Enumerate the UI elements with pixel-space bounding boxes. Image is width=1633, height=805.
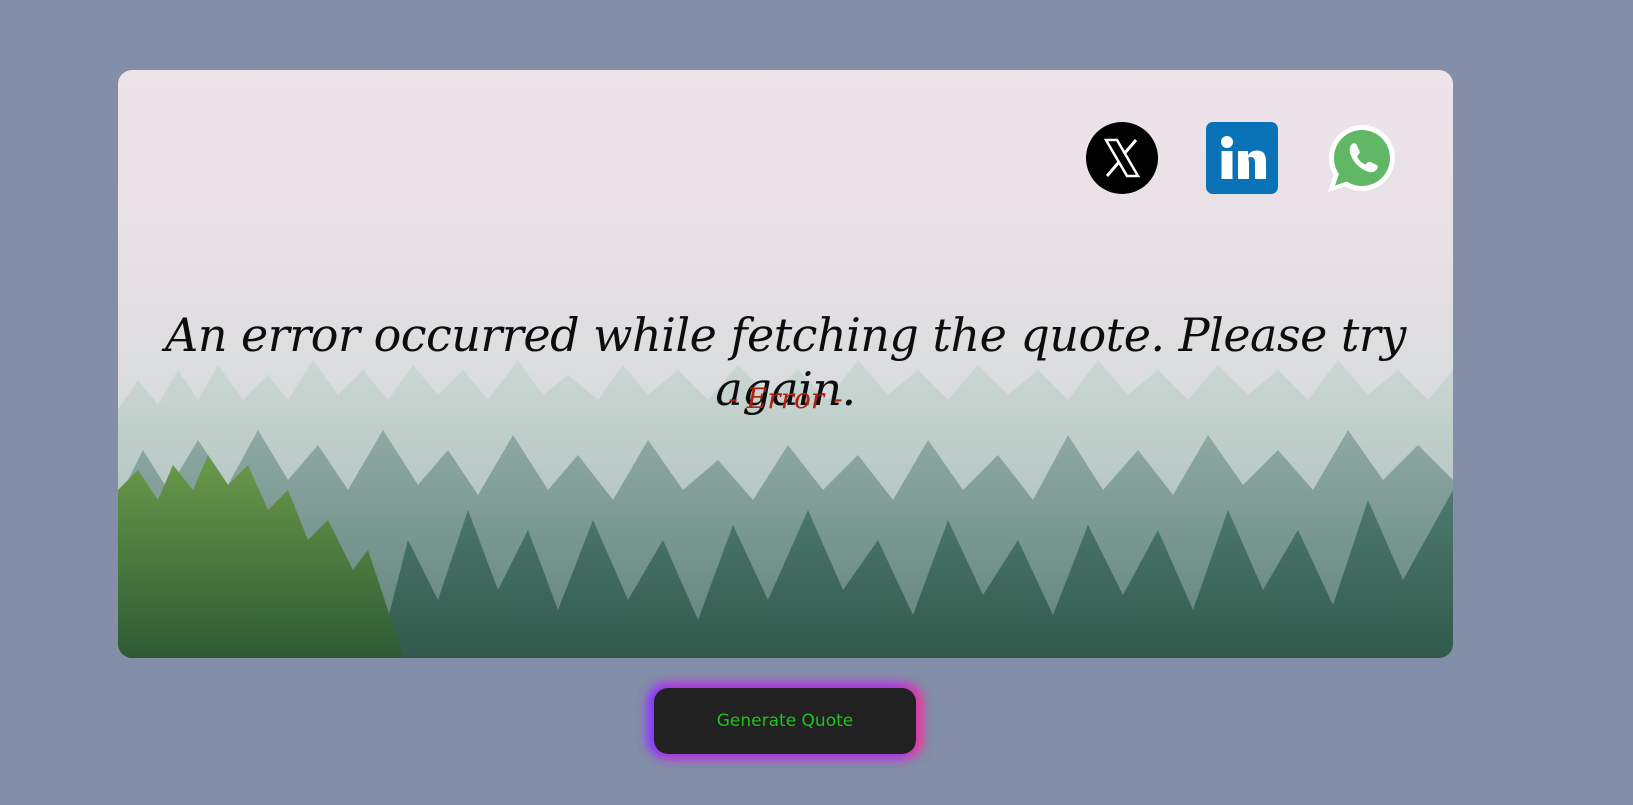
quote-card: An error occurred while fetching the quo… xyxy=(118,70,1453,658)
linkedin-logo-icon xyxy=(1206,122,1278,194)
linkedin-share-button[interactable] xyxy=(1206,122,1278,194)
whatsapp-share-button[interactable] xyxy=(1326,122,1398,194)
x-logo-icon xyxy=(1086,122,1158,194)
quote-author: - Error - xyxy=(728,382,843,415)
whatsapp-logo-icon xyxy=(1328,125,1395,192)
generate-quote-button[interactable]: Generate Quote xyxy=(654,688,916,754)
twitter-share-button[interactable] xyxy=(1086,122,1158,194)
